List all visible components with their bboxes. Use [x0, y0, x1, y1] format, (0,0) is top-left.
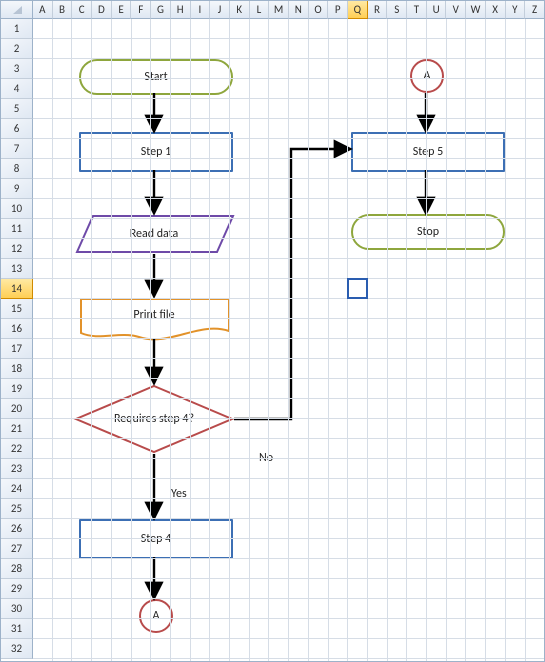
column-header-row: ABCDEFGHIJKLMNOPQRSTUVWXYZ	[1, 1, 545, 19]
row-header-7[interactable]: 7	[1, 139, 33, 159]
column-header-P[interactable]: P	[328, 1, 348, 19]
column-header-D[interactable]: D	[92, 1, 112, 19]
row-header-21[interactable]: 21	[1, 419, 33, 439]
row-header-9[interactable]: 9	[1, 179, 33, 199]
select-all-corner[interactable]	[1, 1, 33, 19]
flow-connector-a-out[interactable]: A	[139, 599, 173, 633]
row-header-26[interactable]: 26	[1, 519, 33, 539]
column-header-H[interactable]: H	[171, 1, 191, 19]
select-all-icon	[10, 4, 24, 16]
row-header-8[interactable]: 8	[1, 159, 33, 179]
column-header-T[interactable]: T	[407, 1, 427, 19]
column-header-X[interactable]: X	[486, 1, 506, 19]
column-header-F[interactable]: F	[131, 1, 151, 19]
flow-data-readdata-label: Read data	[79, 214, 229, 254]
row-header-4[interactable]: 4	[1, 79, 33, 99]
row-header-3[interactable]: 3	[1, 59, 33, 79]
row-header-14[interactable]: 14	[1, 279, 33, 299]
row-header-18[interactable]: 18	[1, 359, 33, 379]
row-header-1[interactable]: 1	[1, 19, 33, 39]
row-header-5[interactable]: 5	[1, 99, 33, 119]
row-header-15[interactable]: 15	[1, 299, 33, 319]
column-header-M[interactable]: M	[269, 1, 289, 19]
row-header-11[interactable]: 11	[1, 219, 33, 239]
grid-area[interactable]: Start Step 1 Read data Print file Requir…	[33, 19, 544, 661]
column-header-Q[interactable]: Q	[348, 1, 368, 19]
column-header-A[interactable]: A	[33, 1, 53, 19]
row-header-13[interactable]: 13	[1, 259, 33, 279]
column-header-U[interactable]: U	[427, 1, 447, 19]
column-header-L[interactable]: L	[250, 1, 270, 19]
row-header-17[interactable]: 17	[1, 339, 33, 359]
row-header-23[interactable]: 23	[1, 459, 33, 479]
row-header-16[interactable]: 16	[1, 319, 33, 339]
row-header-24[interactable]: 24	[1, 479, 33, 499]
row-header-6[interactable]: 6	[1, 119, 33, 139]
column-header-O[interactable]: O	[309, 1, 329, 19]
active-cell	[347, 278, 368, 299]
row-header-25[interactable]: 25	[1, 499, 33, 519]
column-header-V[interactable]: V	[446, 1, 466, 19]
column-header-W[interactable]: W	[466, 1, 486, 19]
column-header-E[interactable]: E	[112, 1, 132, 19]
column-header-S[interactable]: S	[387, 1, 407, 19]
flow-document-printfile-label: Print file	[79, 297, 229, 333]
column-header-J[interactable]: J	[210, 1, 230, 19]
row-header-10[interactable]: 10	[1, 199, 33, 219]
row-header-12[interactable]: 12	[1, 239, 33, 259]
row-header-28[interactable]: 28	[1, 559, 33, 579]
row-header-31[interactable]: 31	[1, 619, 33, 639]
row-header-29[interactable]: 29	[1, 579, 33, 599]
row-header-32[interactable]: 32	[1, 639, 33, 659]
row-header-22[interactable]: 22	[1, 439, 33, 459]
row-header-19[interactable]: 19	[1, 379, 33, 399]
column-header-G[interactable]: G	[151, 1, 171, 19]
row-header-2[interactable]: 2	[1, 39, 33, 59]
column-header-N[interactable]: N	[289, 1, 309, 19]
row-header-20[interactable]: 20	[1, 399, 33, 419]
column-header-Y[interactable]: Y	[506, 1, 526, 19]
worksheet: ABCDEFGHIJKLMNOPQRSTUVWXYZ 1234567891011…	[0, 0, 545, 662]
row-header-column: 1234567891011121314151617181920212223242…	[1, 19, 33, 659]
row-header-27[interactable]: 27	[1, 539, 33, 559]
column-header-I[interactable]: I	[191, 1, 211, 19]
column-header-B[interactable]: B	[53, 1, 73, 19]
column-header-C[interactable]: C	[72, 1, 92, 19]
column-header-K[interactable]: K	[230, 1, 250, 19]
column-header-Z[interactable]: Z	[525, 1, 545, 19]
row-header-30[interactable]: 30	[1, 599, 33, 619]
flow-connector-a-in[interactable]: A	[410, 59, 444, 93]
flow-terminator-stop[interactable]: Stop	[351, 214, 505, 250]
column-header-R[interactable]: R	[368, 1, 388, 19]
